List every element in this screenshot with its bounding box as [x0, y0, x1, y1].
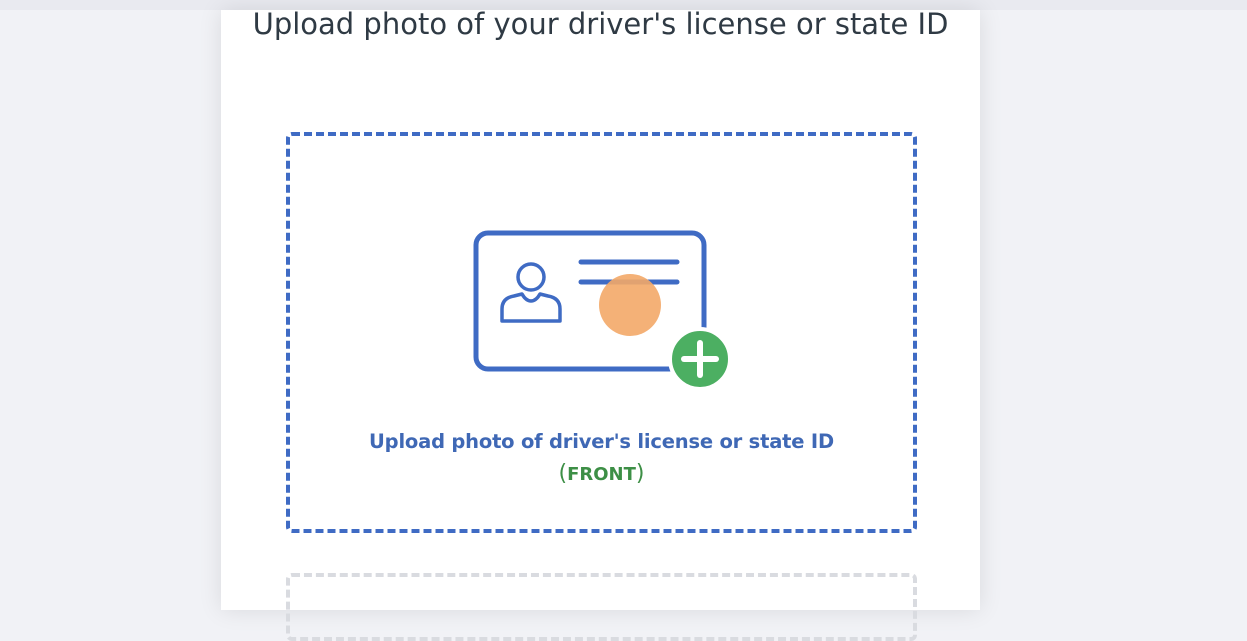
- person-icon: [500, 262, 562, 323]
- side-label: (FRONT): [558, 461, 645, 486]
- page-title: Upload photo of your driver's license or…: [252, 7, 949, 41]
- upload-card: Upload photo of your driver's license or…: [221, 7, 980, 641]
- side-text: FRONT: [567, 464, 636, 485]
- add-circle-icon: [668, 327, 732, 391]
- cursor-highlight: [599, 274, 661, 336]
- upload-front-label: Upload photo of driver's license or stat…: [369, 430, 834, 453]
- front-upload-dropzone[interactable]: Upload photo of driver's license or stat…: [286, 132, 917, 533]
- id-card-icon: [473, 230, 732, 391]
- back-upload-dropzone[interactable]: [286, 573, 917, 641]
